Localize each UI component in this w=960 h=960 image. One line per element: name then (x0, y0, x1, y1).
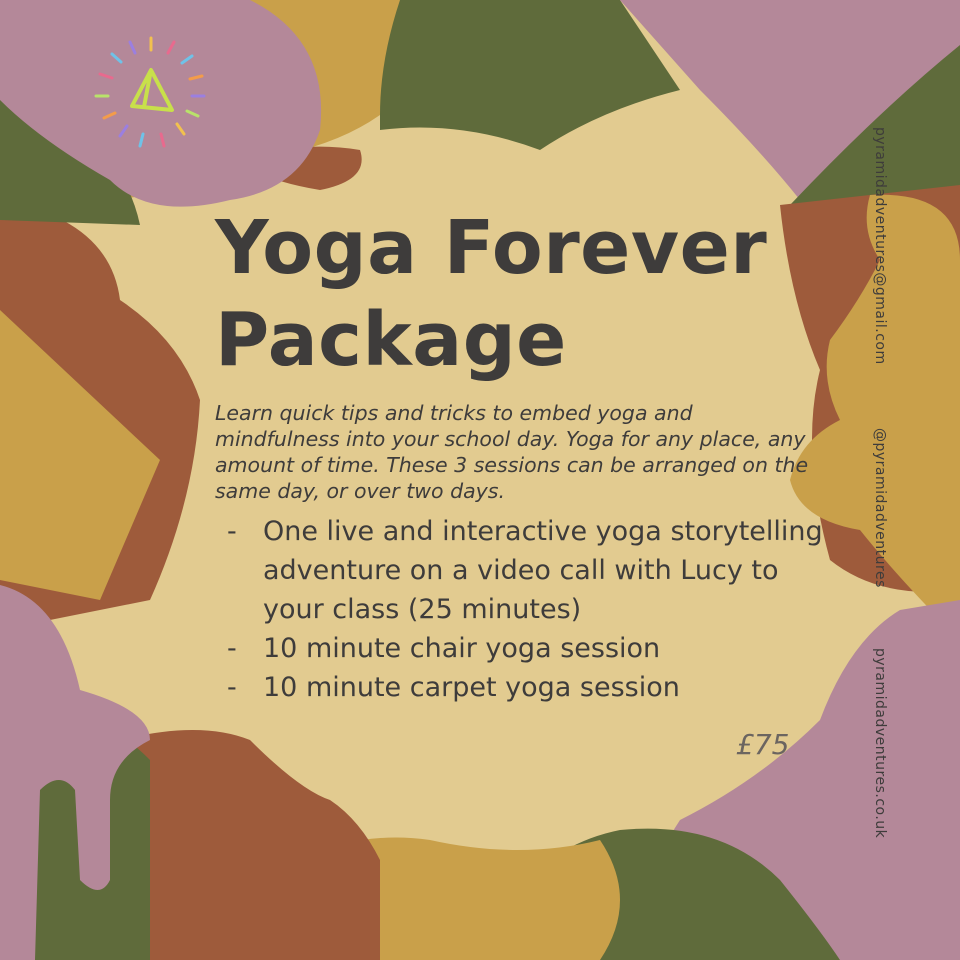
session-list: - One live and interactive yoga storytell… (215, 512, 823, 707)
pyramid-sunburst-icon (94, 36, 206, 148)
list-item-text: 10 minute chair yoga session (263, 633, 661, 664)
price-label: £75 (736, 728, 790, 761)
website-url: pyramidadventures.co.uk (872, 648, 888, 838)
package-title: Yoga Forever Package (215, 202, 815, 386)
website-url-text: pyramidadventures.co.uk (872, 648, 888, 839)
list-item: -10 minute chair yoga session (215, 629, 823, 668)
bullet-dash: - (227, 672, 237, 703)
bullet-dash: - (227, 633, 237, 664)
social-handle: @pyramidadventures (872, 428, 888, 588)
yoga-package-poster: Yoga Forever Package Learn quick tips an… (0, 0, 960, 960)
title-line-2: Package (215, 297, 567, 383)
list-item-text: 10 minute carpet yoga session (263, 672, 680, 703)
bullet-dash: - (227, 516, 237, 547)
package-content: Yoga Forever Package Learn quick tips an… (215, 202, 823, 707)
social-handle-text: @pyramidadventures (872, 428, 888, 588)
list-item: - One live and interactive yoga storytell… (215, 512, 823, 629)
contact-email: pyramidadventures@gmail.com (872, 127, 888, 365)
title-line-1: Yoga Forever (215, 205, 768, 291)
list-item: -10 minute carpet yoga session (215, 668, 823, 707)
list-item-text: One live and interactive yoga storytelli… (263, 516, 823, 625)
contact-email-text: pyramidadventures@gmail.com (872, 127, 888, 365)
intro-text: Learn quick tips and tricks to embed yog… (215, 401, 809, 503)
